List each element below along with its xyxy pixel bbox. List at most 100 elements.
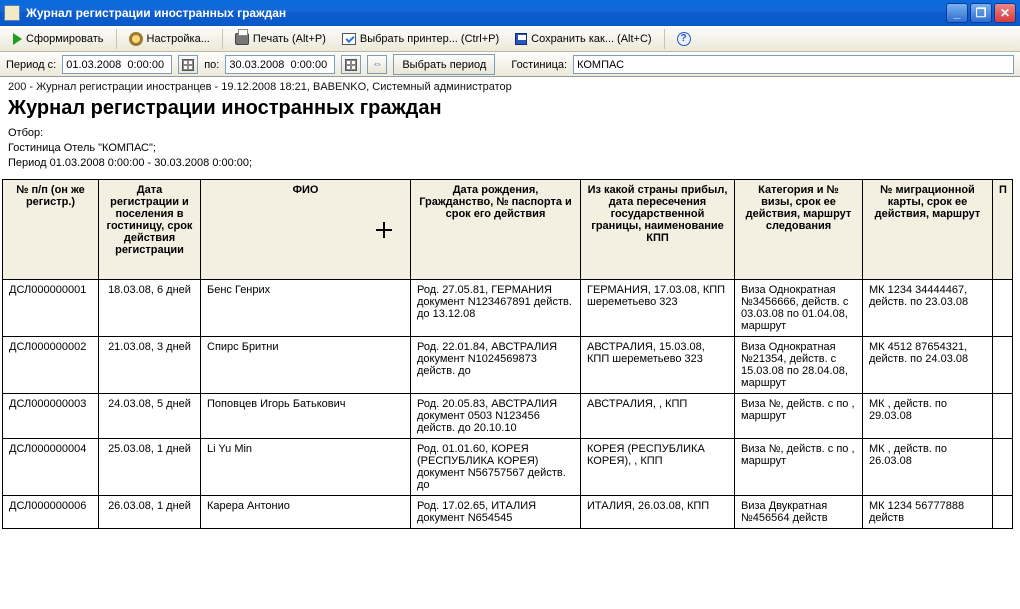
cell-fio: Карера Антонио [201, 495, 411, 528]
separator [222, 29, 223, 49]
cell-p [993, 495, 1013, 528]
cell-regdate: 18.03.08, 6 дней [99, 279, 201, 336]
print-label: Печать (Alt+P) [253, 33, 326, 45]
table-row[interactable]: ДСЛ00000000324.03.08, 5 днейПоповцев Иго… [3, 393, 1013, 438]
cell-visa: Виза Однократная №21354, действ. с 15.03… [735, 336, 863, 393]
select-period-label: Выбрать период [402, 59, 486, 71]
calendar-icon [345, 59, 357, 71]
cell-from: АВСТРАЛИЯ, , КПП [581, 393, 735, 438]
data-table: № п/п (он же регистр.) Дата регистрации … [2, 179, 1013, 529]
cell-p [993, 393, 1013, 438]
cell-number: ДСЛ000000001 [3, 279, 99, 336]
app-icon [4, 5, 20, 21]
cell-from: АВСТРАЛИЯ, 15.03.08, КПП шереметьево 323 [581, 336, 735, 393]
col-from: Из какой страны прибыл, дата пересечения… [581, 179, 735, 279]
cell-born: Род. 27.05.81, ГЕРМАНИЯ документ N123467… [411, 279, 581, 336]
report-area[interactable]: 200 - Журнал регистрации иностранцев - 1… [0, 76, 1020, 609]
cell-visa: Виза Однократная №3456666, действ. с 03.… [735, 279, 863, 336]
print-button[interactable]: Печать (Alt+P) [228, 28, 333, 50]
table-row[interactable]: ДСЛ00000000425.03.08, 1 днейLi Yu MinРод… [3, 438, 1013, 495]
cell-migration: МК 1234 34444467, действ. по 23.03.08 [863, 279, 993, 336]
col-number: № п/п (он же регистр.) [3, 179, 99, 279]
filter-bar-1: Период с: по: ⇔ Выбрать период Гостиница… [0, 52, 1020, 78]
table-row[interactable]: ДСЛ00000000626.03.08, 1 днейКарера Антон… [3, 495, 1013, 528]
swap-icon: ⇔ [372, 59, 382, 70]
col-p: П [993, 179, 1013, 279]
cell-migration: МК , действ. по 29.03.08 [863, 393, 993, 438]
report-sub1: Отбор: [8, 126, 1012, 141]
cell-born: Род. 20.05.83, АВСТРАЛИЯ документ 0503 N… [411, 393, 581, 438]
cell-born: Род. 17.02.65, ИТАЛИЯ документ N654545 [411, 495, 581, 528]
title-bar: Журнал регистрации иностранных граждан _… [0, 0, 1020, 26]
form-button[interactable]: Сформировать [6, 28, 111, 50]
cell-from: КОРЕЯ (РЕСПУБЛИКА КОРЕЯ), , КПП [581, 438, 735, 495]
select-period-button[interactable]: Выбрать период [393, 54, 495, 75]
cell-visa: Виза №, действ. с по , маршрут [735, 438, 863, 495]
hotel-input[interactable] [573, 55, 1014, 74]
cell-regdate: 21.03.08, 3 дней [99, 336, 201, 393]
calendar-icon [182, 59, 194, 71]
save-icon [515, 33, 527, 45]
period-from-input[interactable] [62, 55, 172, 74]
cell-p [993, 438, 1013, 495]
report-sub2: Гостиница Отель "КОМПАС"; [8, 141, 1012, 156]
col-fio-label: ФИО [293, 184, 319, 196]
period-to-calendar-button[interactable] [341, 55, 361, 74]
table-row[interactable]: ДСЛ00000000118.03.08, 6 днейБенс ГенрихР… [3, 279, 1013, 336]
col-born: Дата рождения, Гражданство, № паспорта и… [411, 179, 581, 279]
cell-p [993, 336, 1013, 393]
cell-number: ДСЛ000000004 [3, 438, 99, 495]
cell-number: ДСЛ000000003 [3, 393, 99, 438]
period-to-label: по: [204, 59, 219, 71]
col-visa: Категория и № визы, срок ее действия, ма… [735, 179, 863, 279]
gear-icon [129, 32, 143, 46]
cell-number: ДСЛ000000002 [3, 336, 99, 393]
settings-button[interactable]: Настройка... [122, 28, 217, 50]
report-filter-summary: Отбор: Гостиница Отель "КОМПАС"; Период … [0, 126, 1020, 179]
period-swap-button[interactable]: ⇔ [367, 55, 387, 74]
col-fio: ФИО [201, 179, 411, 279]
print-icon [235, 33, 249, 45]
cell-p [993, 279, 1013, 336]
cell-number: ДСЛ000000006 [3, 495, 99, 528]
cell-regdate: 25.03.08, 1 дней [99, 438, 201, 495]
separator [664, 29, 665, 49]
cell-from: ИТАЛИЯ, 26.03.08, КПП [581, 495, 735, 528]
report-sub3: Период 01.03.2008 0:00:00 - 30.03.2008 0… [8, 156, 1012, 171]
toolbar: Сформировать Настройка... Печать (Alt+P)… [0, 26, 1020, 52]
save-as-label: Сохранить как... (Alt+C) [531, 33, 651, 45]
report-title: Журнал регистрации иностранных граждан [0, 95, 1020, 126]
select-printer-label: Выбрать принтер... (Ctrl+P) [360, 33, 499, 45]
help-button[interactable]: ? [670, 28, 698, 50]
period-from-label: Период с: [6, 59, 56, 71]
cell-born: Род. 22.01.84, АВСТРАЛИЯ документ N10245… [411, 336, 581, 393]
col-migration: № миграционной карты, срок ее действия, … [863, 179, 993, 279]
header-row: № п/п (он же регистр.) Дата регистрации … [3, 179, 1013, 279]
period-to-input[interactable] [225, 55, 335, 74]
cell-fio: Бенс Генрих [201, 279, 411, 336]
window-title: Журнал регистрации иностранных граждан [26, 6, 946, 20]
hotel-label: Гостиница: [511, 59, 567, 71]
cell-fio: Li Yu Min [201, 438, 411, 495]
close-button[interactable]: ✕ [994, 3, 1016, 23]
cell-migration: МК 4512 87654321, действ. по 24.03.08 [863, 336, 993, 393]
report-meta: 200 - Журнал регистрации иностранцев - 1… [0, 77, 1020, 95]
help-icon: ? [677, 32, 691, 46]
save-as-button[interactable]: Сохранить как... (Alt+C) [508, 28, 658, 50]
cell-regdate: 24.03.08, 5 дней [99, 393, 201, 438]
minimize-button[interactable]: _ [946, 3, 968, 23]
form-label: Сформировать [26, 33, 104, 45]
col-regdate: Дата регистрации и поселения в гостиницу… [99, 179, 201, 279]
cell-born: Род. 01.01.60, КОРЕЯ (РЕСПУБЛИКА КОРЕЯ) … [411, 438, 581, 495]
maximize-button[interactable]: ❐ [970, 3, 992, 23]
cell-migration: МК 1234 56777888 действ [863, 495, 993, 528]
cell-visa: Виза №, действ. с по , маршрут [735, 393, 863, 438]
period-from-calendar-button[interactable] [178, 55, 198, 74]
cell-from: ГЕРМАНИЯ, 17.03.08, КПП шереметьево 323 [581, 279, 735, 336]
settings-label: Настройка... [147, 33, 210, 45]
cell-migration: МК , действ. по 26.03.08 [863, 438, 993, 495]
move-cursor-icon [376, 222, 392, 238]
select-printer-button[interactable]: Выбрать принтер... (Ctrl+P) [335, 28, 506, 50]
table-row[interactable]: ДСЛ00000000221.03.08, 3 днейСпирс Бритни… [3, 336, 1013, 393]
play-icon [13, 33, 22, 45]
